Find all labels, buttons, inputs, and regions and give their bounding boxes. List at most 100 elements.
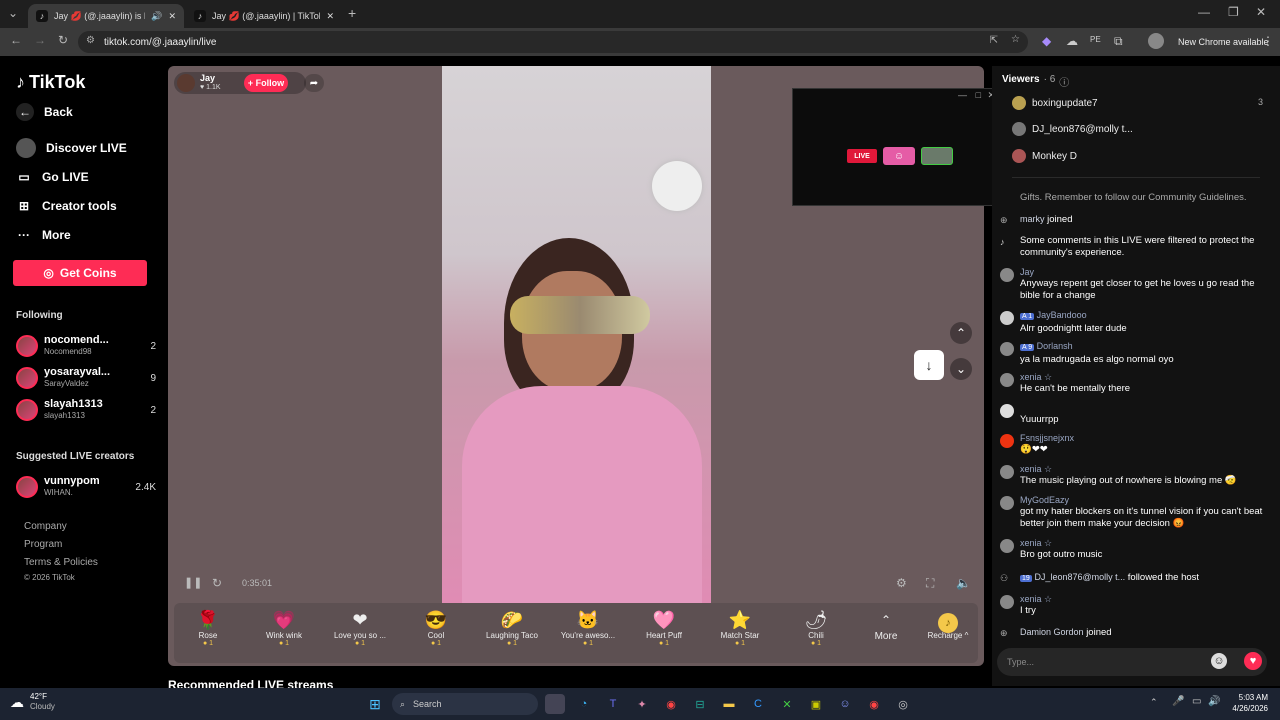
tab-search-icon[interactable]: ⌄ [8, 6, 18, 20]
comment-name[interactable]: DJ_leon876@molly t... [1034, 572, 1125, 582]
bookmark-star-icon[interactable]: ☆ [1011, 34, 1020, 45]
gift-chili[interactable]: 🌶 Chili ● 1 [786, 609, 846, 647]
minimize-icon[interactable]: — [1198, 5, 1210, 19]
microphone-icon[interactable]: 🎤 [1172, 696, 1184, 707]
chrome-active-icon[interactable]: ◉ [864, 694, 884, 714]
like-heart-icon[interactable]: ♥ [1244, 652, 1262, 670]
info-icon[interactable]: ⓘ [1059, 74, 1069, 89]
nav-go-live[interactable]: ▭ Go LIVE [16, 169, 88, 185]
maximize-icon[interactable]: □ [976, 90, 981, 100]
scroll-down-button[interactable]: ↓ [914, 350, 944, 380]
clock[interactable]: 5:03 AM 4/26/2026 [1226, 692, 1268, 714]
comment-name[interactable]: MyGodEazy [1020, 494, 1270, 506]
profile-avatar[interactable] [1148, 33, 1164, 49]
xbox-icon[interactable]: ✕ [777, 694, 797, 714]
viewer-item[interactable]: Monkey D [1012, 149, 1077, 163]
file-explorer-icon[interactable]: ▬ [719, 694, 739, 714]
footer-company[interactable]: Company [24, 521, 67, 532]
floating-popup-window[interactable]: — □ ✕ LIVE ☺ [792, 88, 1002, 206]
viewer-item[interactable]: boxingupdate7 [1012, 96, 1098, 110]
tiktok-logo[interactable]: ♪ TikTok [16, 72, 85, 93]
gift-rose[interactable]: 🌹 Rose ● 1 [178, 609, 238, 647]
audio-icon[interactable]: 🔊 [151, 11, 162, 22]
gift-match-star[interactable]: ⭐ Match Star ● 1 [710, 609, 770, 647]
weather-widget[interactable]: ☁ 42°F Cloudy [10, 692, 55, 712]
suggested-item[interactable]: vunnypom WIHAN. 2.4K [16, 472, 156, 502]
discord-icon[interactable]: ☺ [835, 694, 855, 714]
edge-icon[interactable]: ◔ [574, 694, 594, 714]
gift-youre-awesome[interactable]: 🐱 You're aweso... ● 1 [558, 609, 618, 647]
close-tab-icon[interactable]: ✕ [168, 11, 176, 22]
comment-name[interactable]: Dorlansh [1037, 341, 1073, 351]
emoji-icon[interactable]: ☺ [1211, 653, 1227, 669]
extension-icon[interactable]: PE [1090, 35, 1101, 44]
share-icon[interactable]: ➦ [304, 74, 324, 92]
pause-icon[interactable]: ❚❚ [184, 576, 202, 589]
gift-laughing-taco[interactable]: 🌮 Laughing Taco ● 1 [482, 609, 542, 647]
comment-name[interactable]: Jay [1020, 266, 1270, 278]
comment-name[interactable]: Damion Gordon [1020, 627, 1084, 637]
extension-icon[interactable]: ◆ [1042, 34, 1051, 48]
gifts-more-button[interactable]: ⌃ More [856, 609, 916, 642]
url-field[interactable]: ⚙ tiktok.com/@.jaaaylin/live ⇱ ☆ [78, 31, 1028, 53]
task-view-icon[interactable] [545, 694, 565, 714]
copilot-icon[interactable]: ✦ [632, 694, 652, 714]
settings-icon[interactable]: ⚙ [896, 576, 907, 590]
close-tab-icon[interactable]: ✕ [326, 11, 334, 22]
comment-input[interactable]: Type... ☺ [997, 648, 1267, 676]
store-icon[interactable]: ⊟ [690, 694, 710, 714]
comment-name[interactable]: xenia ☆ [1020, 463, 1237, 475]
follow-button[interactable]: + Follow [244, 74, 288, 92]
obs-icon[interactable]: ◎ [893, 694, 913, 714]
get-coins-button[interactable]: ◎ Get Coins [13, 260, 147, 286]
nav-discover-live[interactable]: Discover LIVE [16, 138, 127, 158]
teams-icon[interactable]: T [603, 694, 623, 714]
extensions-puzzle-icon[interactable]: ⧉ [1114, 34, 1123, 49]
gift-love-you[interactable]: ❤ Love you so ... ● 1 [330, 609, 390, 647]
footer-terms[interactable]: Terms & Policies [24, 557, 98, 568]
windows-start-icon[interactable]: ⊞ [365, 694, 385, 714]
following-item[interactable]: slayah1313 slayah1313 2 [16, 395, 156, 425]
fullscreen-icon[interactable]: ⛶ [926, 576, 934, 591]
gift-heart-puff[interactable]: 🩷 Heart Puff ● 1 [634, 609, 694, 647]
chevron-down-icon[interactable]: ⌄ [950, 358, 972, 380]
open-in-app-icon[interactable]: ⇱ [990, 35, 998, 46]
refresh-icon[interactable]: ↻ [212, 576, 222, 590]
following-item[interactable]: yosarayval... SarayValdez 9 [16, 363, 156, 393]
restore-icon[interactable]: ❐ [1228, 5, 1239, 19]
comment-name[interactable] [1020, 402, 1059, 414]
network-icon[interactable]: ▭ [1192, 696, 1201, 707]
site-info-icon[interactable]: ⚙ [86, 35, 95, 46]
extension-cloud-icon[interactable]: ☁ [1066, 34, 1078, 48]
tab-live[interactable]: ♪ Jay 💋 (@.jaaaylin) is LIVE 🔊 ✕ [28, 4, 184, 28]
comment-name[interactable]: xenia ☆ [1020, 537, 1102, 549]
comment-name[interactable]: marky [1020, 214, 1045, 224]
taskbar-search[interactable]: ⌕ Search [392, 693, 538, 715]
footer-program[interactable]: Program [24, 539, 62, 550]
back-button[interactable]: ← Back [16, 103, 73, 121]
kebab-menu-icon[interactable]: ⋮ [1262, 34, 1274, 48]
tab-profile[interactable]: ♪ Jay 💋 (@.jaaaylin) | TikTok ✕ [186, 4, 342, 28]
gift-wink-wink[interactable]: 💗 Wink wink ● 1 [254, 609, 314, 647]
live-video[interactable] [442, 66, 711, 606]
chevron-up-icon[interactable]: ⌃ [950, 322, 972, 344]
app-icon[interactable]: C [748, 694, 768, 714]
viewer-item[interactable]: DJ_leon876@molly t... [1012, 122, 1133, 136]
chrome-icon[interactable]: ◉ [661, 694, 681, 714]
minimize-icon[interactable]: — [958, 90, 967, 100]
close-window-icon[interactable]: ✕ [1256, 5, 1266, 19]
volume-icon[interactable]: 🔈 [956, 576, 971, 590]
app-icon[interactable]: ▣ [806, 694, 826, 714]
comment-name[interactable]: Fsnsjjsnejxnx [1020, 432, 1074, 444]
back-arrow-icon[interactable]: ← [10, 33, 22, 47]
volume-icon[interactable]: 🔊 [1208, 696, 1220, 707]
new-chrome-available[interactable]: New Chrome available [1178, 37, 1269, 47]
new-tab-button[interactable]: + [348, 5, 356, 21]
recharge-button[interactable]: ♪ Recharge ^ [918, 609, 978, 640]
forward-arrow-icon[interactable]: → [34, 33, 46, 47]
following-item[interactable]: nocomend... Nocomend98 2 [16, 331, 156, 361]
gift-cool[interactable]: 😎 Cool ● 1 [406, 609, 466, 647]
comment-name[interactable]: xenia ☆ [1020, 593, 1052, 605]
nav-more[interactable]: ··· More [16, 227, 71, 243]
nav-creator-tools[interactable]: ⊞ Creator tools [16, 198, 117, 214]
